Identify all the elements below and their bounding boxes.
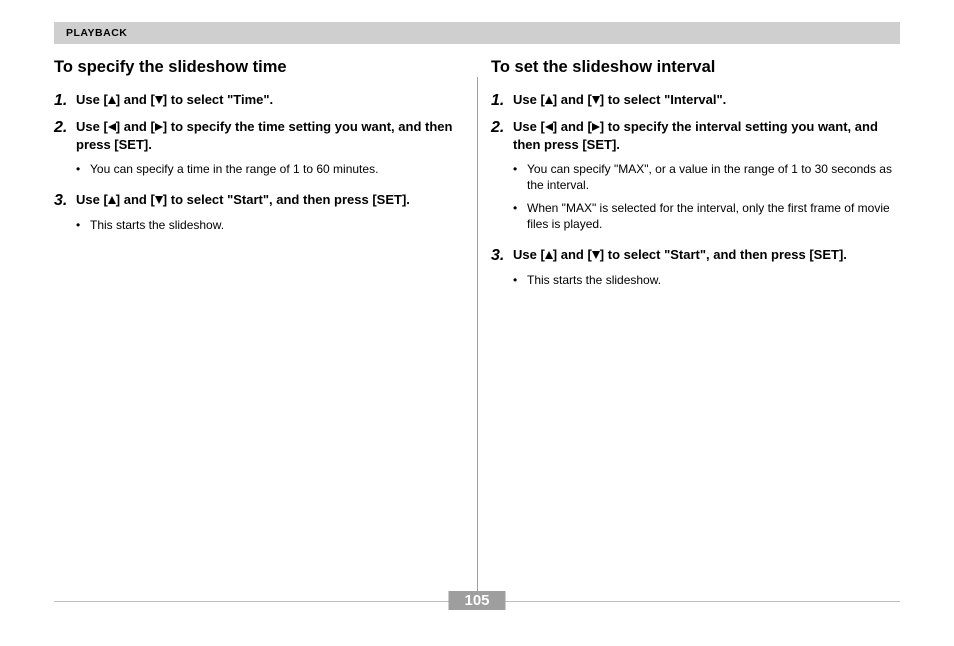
step-item: 2.Use [] and [] to specify the interval …: [491, 118, 900, 238]
step-text: Use [] and [] to select "Interval".: [513, 91, 900, 109]
step-item: 3.Use [] and [] to select "Start", and t…: [54, 191, 469, 239]
triangle-up-icon: [545, 251, 553, 259]
triangle-left-icon: [545, 123, 553, 131]
step-text: Use [] and [] to select "Start", and the…: [76, 191, 469, 209]
step-number: 3.: [54, 191, 76, 239]
right-column: To set the slideshow interval 1.Use [] a…: [477, 58, 900, 302]
left-heading: To specify the slideshow time: [54, 58, 469, 77]
bullet-item: You can specify "MAX", or a value in the…: [513, 161, 900, 193]
step-text: Use [] and [] to specify the interval se…: [513, 118, 900, 153]
bullet-item: When "MAX" is selected for the interval,…: [513, 200, 900, 232]
step-text: Use [] and [] to select "Time".: [76, 91, 469, 109]
step-body: Use [] and [] to select "Start", and the…: [513, 246, 900, 294]
right-heading: To set the slideshow interval: [491, 58, 900, 77]
triangle-left-icon: [108, 123, 116, 131]
step-item: 3.Use [] and [] to select "Start", and t…: [491, 246, 900, 294]
step-bullets: This starts the slideshow.: [76, 217, 469, 233]
step-number: 1.: [491, 91, 513, 110]
triangle-up-icon: [545, 96, 553, 104]
triangle-right-icon: [155, 123, 163, 131]
step-body: Use [] and [] to specify the time settin…: [76, 118, 469, 183]
page: PLAYBACK To specify the slideshow time 1…: [54, 22, 900, 624]
step-text: Use [] and [] to select "Start", and the…: [513, 246, 900, 264]
step-body: Use [] and [] to select "Start", and the…: [76, 191, 469, 239]
page-number: 105: [448, 591, 505, 610]
step-bullets: You can specify "MAX", or a value in the…: [513, 161, 900, 232]
triangle-down-icon: [592, 251, 600, 259]
right-steps: 1.Use [] and [] to select "Interval".2.U…: [491, 91, 900, 294]
section-header-bar: PLAYBACK: [54, 22, 900, 44]
step-body: Use [] and [] to select "Time".: [76, 91, 469, 110]
step-number: 2.: [54, 118, 76, 183]
step-item: 1.Use [] and [] to select "Time".: [54, 91, 469, 110]
step-body: Use [] and [] to specify the interval se…: [513, 118, 900, 238]
step-bullets: This starts the slideshow.: [513, 272, 900, 288]
step-text: Use [] and [] to specify the time settin…: [76, 118, 469, 153]
triangle-down-icon: [155, 196, 163, 204]
triangle-right-icon: [592, 123, 600, 131]
bullet-item: You can specify a time in the range of 1…: [76, 161, 469, 177]
step-number: 2.: [491, 118, 513, 238]
section-header-text: PLAYBACK: [66, 27, 127, 39]
triangle-down-icon: [155, 96, 163, 104]
triangle-up-icon: [108, 96, 116, 104]
left-steps: 1.Use [] and [] to select "Time".2.Use […: [54, 91, 469, 239]
bullet-item: This starts the slideshow.: [513, 272, 900, 288]
step-item: 1.Use [] and [] to select "Interval".: [491, 91, 900, 110]
step-number: 3.: [491, 246, 513, 294]
step-item: 2.Use [] and [] to specify the time sett…: [54, 118, 469, 183]
step-number: 1.: [54, 91, 76, 110]
triangle-up-icon: [108, 196, 116, 204]
bullet-item: This starts the slideshow.: [76, 217, 469, 233]
step-body: Use [] and [] to select "Interval".: [513, 91, 900, 110]
left-column: To specify the slideshow time 1.Use [] a…: [54, 58, 477, 302]
triangle-down-icon: [592, 96, 600, 104]
step-bullets: You can specify a time in the range of 1…: [76, 161, 469, 177]
column-divider: [477, 77, 478, 594]
